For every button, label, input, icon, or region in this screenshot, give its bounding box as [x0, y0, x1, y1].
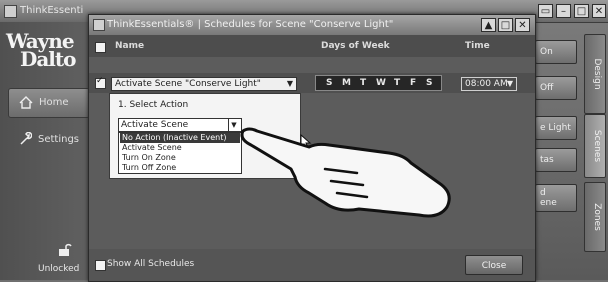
day-toggle-thu[interactable]: T [394, 78, 400, 88]
day-toggle-mon[interactable]: M [342, 78, 351, 88]
days-of-week-selector: S M T W T F S [315, 75, 442, 91]
main-window-title: ThinkEssenti [20, 5, 84, 16]
main-minimize-button[interactable]: – [556, 4, 571, 18]
unlock-icon[interactable] [58, 243, 72, 257]
dialog-app-icon [93, 19, 105, 31]
column-header-time: Time [465, 41, 490, 51]
wrench-icon [20, 132, 32, 145]
select-action-value: Activate Scene [121, 120, 189, 130]
scene-button-label: tas [540, 155, 554, 165]
tab-label: Zones [592, 203, 602, 231]
scene-button-label: d ene [540, 188, 557, 208]
time-dropdown-value: 08:00 AM [465, 79, 508, 89]
schedule-row-checkbox[interactable]: ✓ [95, 76, 106, 89]
select-action-label: 1. Select Action [118, 100, 189, 110]
dialog-title: ThinkEssentials® | Schedules for Scene "… [107, 19, 394, 30]
schedules-dialog: ThinkEssentials® | Schedules for Scene "… [88, 14, 536, 282]
chevron-down-icon: ▼ [506, 79, 513, 88]
day-toggle-fri[interactable]: F [410, 78, 416, 88]
option-no-action[interactable]: No Action (Inactive Event) [120, 133, 240, 143]
day-toggle-tue[interactable]: T [360, 78, 366, 88]
house-icon [19, 96, 33, 109]
main-maximize-button[interactable]: □ [574, 4, 589, 18]
checkmark-icon: ✓ [96, 76, 104, 86]
chevron-down-icon: ▼ [286, 79, 293, 88]
day-toggle-sun[interactable]: S [326, 78, 332, 88]
tab-zones[interactable]: Zones [584, 182, 606, 252]
show-all-checkbox[interactable] [95, 260, 106, 271]
column-header-days: Days of Week [321, 41, 390, 51]
dialog-maximize-button[interactable]: □ [498, 18, 513, 32]
scene-button-label: Off [540, 83, 554, 93]
sidebar-item-home[interactable]: Home [8, 88, 90, 118]
tab-label: Design [592, 58, 602, 90]
chevron-down-icon: ▼ [228, 119, 239, 131]
sidebar-item-label: Home [39, 97, 69, 108]
sidebar-item-settings[interactable]: Settings [8, 126, 88, 154]
tab-scenes[interactable]: Scenes [584, 114, 606, 178]
option-activate-scene[interactable]: Activate Scene [120, 143, 240, 153]
sidebar-item-label: Settings [38, 134, 80, 145]
scene-button-tas[interactable]: tas [535, 148, 577, 172]
scene-button-label: On [540, 47, 553, 57]
tab-design[interactable]: Design [584, 34, 606, 114]
select-all-checkbox[interactable] [95, 42, 106, 53]
main-close-button[interactable]: ✕ [592, 4, 606, 18]
app-icon [4, 5, 17, 18]
action-dropdown[interactable]: Activate Scene "Conserve Light" ▼ [111, 77, 297, 91]
scene-button-light[interactable]: e Light [535, 116, 577, 140]
tab-label: Scenes [592, 129, 602, 163]
option-turn-on-zone[interactable]: Turn On Zone [120, 153, 240, 163]
action-dropdown-value: Activate Scene "Conserve Light" [115, 79, 261, 89]
pointing-hand-icon [240, 127, 451, 218]
scene-button-off[interactable]: Off [535, 76, 577, 100]
action-options-list: No Action (Inactive Event) Activate Scen… [118, 132, 242, 174]
option-turn-off-zone[interactable]: Turn Off Zone [120, 163, 240, 173]
lock-status-label: Unlocked [38, 264, 80, 274]
time-dropdown[interactable]: 08:00 AM ▼ [461, 77, 517, 91]
scene-button-label: e Light [540, 123, 571, 133]
day-toggle-sat[interactable]: S [426, 78, 432, 88]
column-header-name: Name [115, 41, 145, 51]
show-all-label: Show All Schedules [107, 259, 195, 269]
scene-button-on[interactable]: On [535, 40, 577, 64]
brand-logo: Wayne Dalto [6, 31, 76, 69]
main-restore-button[interactable]: ▭ [538, 4, 553, 18]
dialog-minimize-button[interactable]: ▲ [481, 18, 496, 32]
select-action-dropdown[interactable]: Activate Scene ▼ [118, 118, 242, 132]
scene-button-ene[interactable]: d ene [535, 184, 577, 212]
close-button[interactable]: Close [465, 255, 523, 275]
dialog-close-button[interactable]: ✕ [515, 18, 530, 32]
day-toggle-wed[interactable]: W [376, 78, 386, 88]
